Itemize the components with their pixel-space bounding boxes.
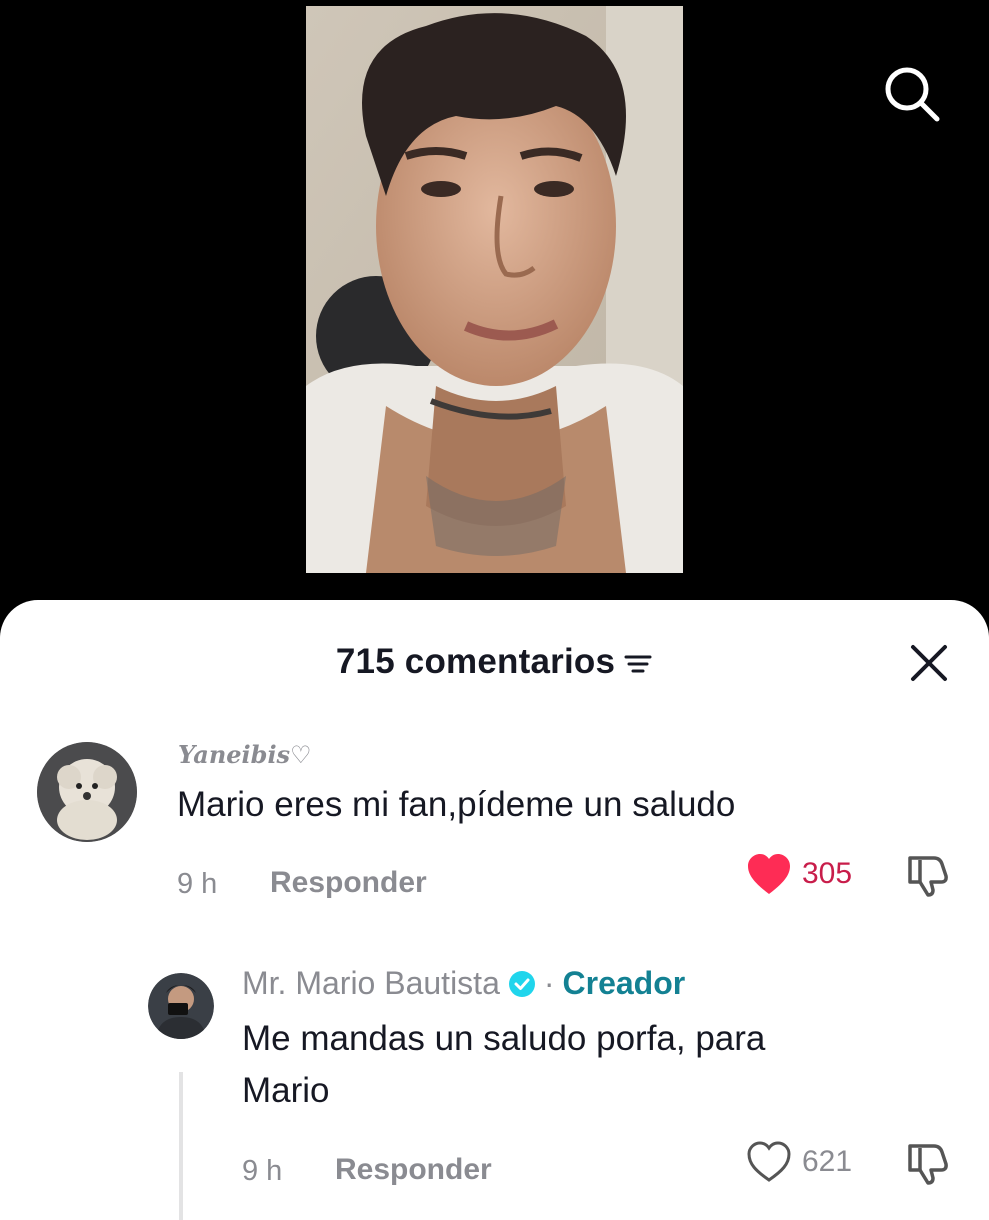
comment-text: Mario eres mi fan,pídeme un saludo: [177, 785, 736, 824]
close-button[interactable]: [906, 640, 952, 686]
dislike-button[interactable]: [904, 852, 950, 898]
comment-username[interactable]: Yaneibis♡: [178, 740, 312, 769]
reply-text-line2: Mario: [242, 1071, 330, 1110]
like-button[interactable]: 621: [746, 1140, 852, 1184]
reply-button[interactable]: Responder: [335, 1153, 492, 1187]
search-button[interactable]: [880, 62, 944, 126]
reply-time: 9 h: [242, 1155, 283, 1187]
like-count: 621: [802, 1145, 853, 1178]
comments-header: 715 comentarios: [0, 638, 989, 688]
poodle-avatar-image: [37, 742, 137, 842]
reply-header: Mr. Mario Bautista · Creador: [242, 965, 685, 1002]
comment-time: 9 h: [177, 868, 218, 900]
heart-outline-icon: [747, 1141, 791, 1182]
separator-dot: ·: [543, 965, 555, 1001]
comment-count-group[interactable]: 715 comentarios: [336, 642, 653, 682]
like-button[interactable]: 305: [746, 852, 852, 896]
video-thumbnail[interactable]: [306, 6, 683, 573]
heart-filled-icon: [748, 854, 790, 894]
video-image: [306, 6, 683, 573]
verified-badge-icon: [508, 970, 535, 997]
thumbs-down-icon: [908, 1144, 948, 1185]
close-x-icon: [911, 645, 947, 681]
dislike-button[interactable]: [904, 1140, 950, 1186]
avatar[interactable]: [37, 742, 137, 842]
creator-avatar-image: [148, 973, 214, 1039]
like-count: 305: [802, 857, 853, 890]
reply-button[interactable]: Responder: [270, 866, 427, 900]
thread-line: [179, 1072, 183, 1220]
comment-count-wrap: 715 comentarios: [0, 642, 989, 682]
creator-label: Creador: [562, 965, 686, 1001]
reply-text-line1: Me mandas un saludo porfa, para: [242, 1019, 766, 1058]
sort-lines-icon[interactable]: [623, 647, 653, 677]
comments-sheet: 715 comentarios Yaneibis♡ Mario eres mi …: [0, 600, 989, 1220]
video-area: [0, 0, 989, 620]
thumbs-down-icon: [908, 856, 948, 897]
reply-username[interactable]: Mr. Mario Bautista: [242, 965, 500, 1002]
avatar[interactable]: [148, 973, 214, 1039]
search-icon: [885, 67, 940, 122]
comment-count: 715 comentarios: [335, 642, 616, 681]
